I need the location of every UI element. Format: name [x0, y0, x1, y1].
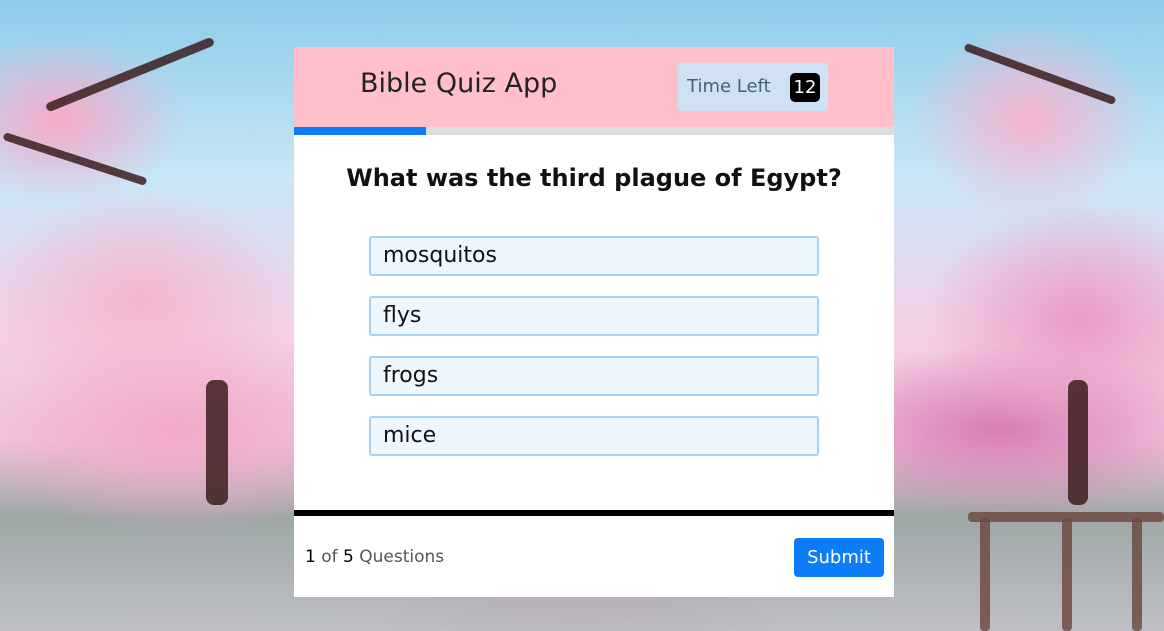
answer-option[interactable]: mice — [369, 416, 819, 456]
timer-label: Time Left — [687, 76, 771, 97]
progress-bar — [294, 127, 894, 135]
of-label: of — [321, 547, 338, 567]
tree-branch-right — [963, 42, 1117, 106]
app-title: Bible Quiz App — [360, 68, 558, 99]
tree-branch-left-lower — [2, 132, 148, 186]
answer-option[interactable]: frogs — [369, 356, 819, 396]
current-question-number: 1 — [305, 547, 316, 567]
quiz-card: Bible Quiz App Time Left 12 What was the… — [294, 47, 894, 597]
tree-trunk-right — [1068, 380, 1088, 505]
tree-trunk-left — [206, 380, 228, 505]
submit-button[interactable]: Submit — [794, 538, 884, 577]
tree-branch-left — [44, 36, 216, 113]
timer-box: Time Left 12 — [678, 63, 828, 111]
bridge-post-1 — [980, 518, 990, 631]
footer-divider — [294, 510, 894, 516]
bridge-post-3 — [1132, 518, 1142, 631]
answer-option[interactable]: flys — [369, 296, 819, 336]
questions-label: Questions — [359, 547, 445, 567]
total-question-count: 5 — [343, 547, 354, 567]
question-counter: 1 of 5 Questions — [305, 547, 444, 567]
answer-option[interactable]: mosquitos — [369, 236, 819, 276]
bridge-post-2 — [1062, 518, 1072, 631]
question-text: What was the third plague of Egypt? — [346, 164, 842, 192]
quiz-header: Bible Quiz App Time Left 12 — [294, 47, 894, 127]
answer-options: mosquitos flys frogs mice — [369, 236, 819, 476]
progress-fill — [294, 127, 426, 135]
timer-value-badge: 12 — [790, 73, 820, 102]
